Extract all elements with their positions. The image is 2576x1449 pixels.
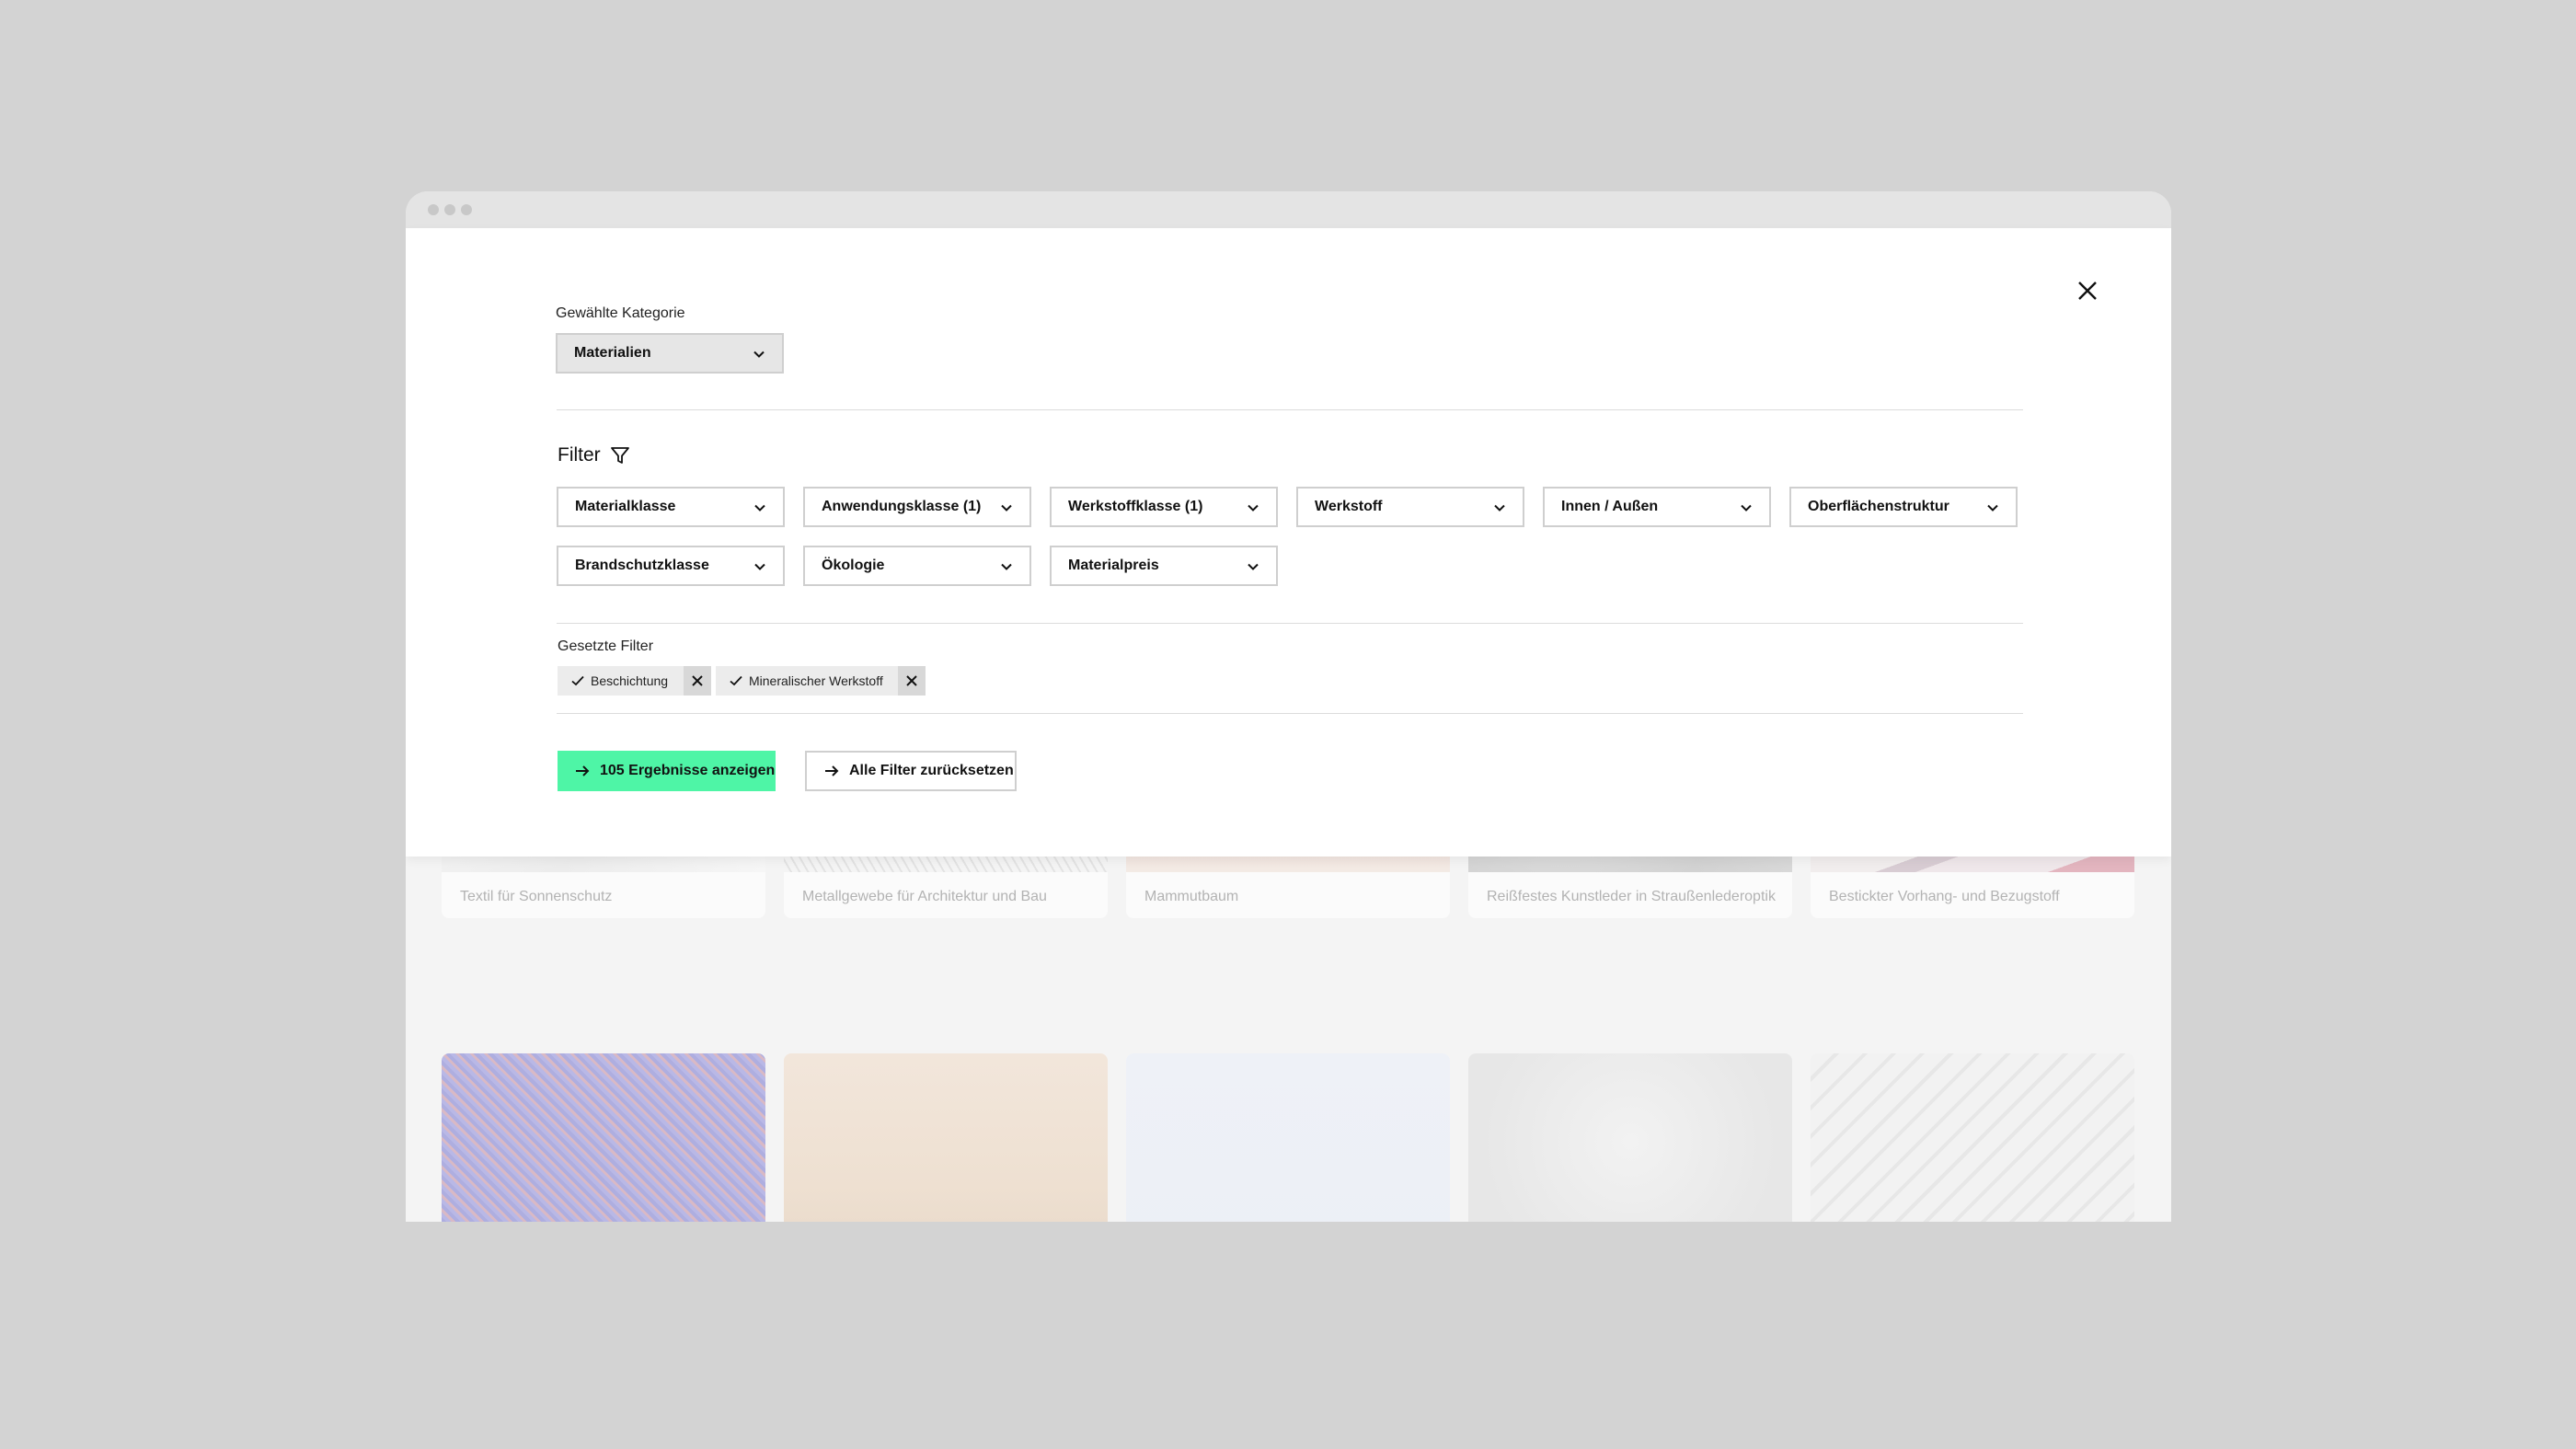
filter-anwendungsklasse[interactable]: Anwendungsklasse (1) — [803, 487, 1031, 527]
filter-werkstoffklasse[interactable]: Werkstoffklasse (1) — [1050, 487, 1278, 527]
filter-label: Materialklasse — [575, 499, 676, 514]
card-title: Textil für Sonnenschutz — [460, 889, 613, 904]
filter-werkstoff[interactable]: Werkstoff — [1296, 487, 1524, 527]
show-results-label: 105 Ergebnisse anzeigen — [600, 763, 776, 778]
filter-oekologie[interactable]: Ökologie — [803, 546, 1031, 586]
category-label: Gewählte Kategorie — [556, 305, 685, 321]
active-filter-chip: Mineralischer Werkstoff — [716, 666, 926, 696]
chip-label: Mineralischer Werkstoff — [749, 673, 883, 688]
filter-label: Materialpreis — [1068, 558, 1159, 573]
filter-oberflaechenstruktur[interactable]: Oberflächenstruktur — [1789, 487, 2018, 527]
filter-brandschutzklasse[interactable]: Brandschutzklasse — [557, 546, 785, 586]
card-title: Bestickter Vorhang- und Bezugstoff — [1829, 889, 2060, 904]
chevron-down-icon — [1248, 563, 1259, 570]
category-select[interactable]: Materialien — [556, 333, 784, 374]
card-image — [442, 1053, 765, 1222]
filter-label: Werkstoffklasse (1) — [1068, 499, 1203, 514]
remove-filter-button[interactable] — [684, 666, 711, 696]
active-filter-chip: Beschichtung — [558, 666, 711, 696]
filter-heading: Filter — [558, 444, 630, 466]
card-title: Metallgewebe für Architektur und Bau — [802, 889, 1047, 904]
chevron-down-icon — [1001, 504, 1012, 512]
check-icon — [730, 675, 742, 686]
filter-label: Brandschutzklasse — [575, 558, 709, 573]
window-controls — [428, 204, 472, 215]
card-image — [1468, 1053, 1792, 1222]
chevron-down-icon — [1741, 504, 1752, 512]
filter-label: Oberflächenstruktur — [1808, 499, 1949, 514]
card-title: Reißfestes Kunstleder in Straußenlederop… — [1487, 889, 1776, 904]
chip-label: Beschichtung — [591, 673, 669, 688]
divider — [557, 409, 2023, 410]
card-title: Mammutbaum — [1144, 889, 1239, 904]
arrow-right-icon — [576, 765, 590, 776]
result-card[interactable] — [442, 1053, 765, 1222]
chevron-down-icon — [753, 351, 765, 358]
remove-filter-button[interactable] — [898, 666, 926, 696]
set-filters-label: Gesetzte Filter — [558, 638, 654, 654]
filter-materialpreis[interactable]: Materialpreis — [1050, 546, 1278, 586]
window-dot-icon — [444, 204, 455, 215]
result-card[interactable] — [1468, 1053, 1792, 1222]
result-card[interactable] — [1811, 1053, 2134, 1222]
browser-window: Textil für Sonnenschutz Metallgewebe für… — [406, 191, 2171, 1222]
card-image — [1126, 1053, 1450, 1222]
chevron-down-icon — [1001, 563, 1012, 570]
chevron-down-icon — [754, 563, 765, 570]
category-select-value: Materialien — [574, 345, 651, 361]
chevron-down-icon — [1494, 504, 1505, 512]
chevron-down-icon — [754, 504, 765, 512]
chevron-down-icon — [1987, 504, 1998, 512]
close-icon — [692, 675, 703, 686]
result-card[interactable] — [1126, 1053, 1450, 1222]
filter-innen-aussen[interactable]: Innen / Außen — [1543, 487, 1771, 527]
window-dot-icon — [461, 204, 472, 215]
filter-label: Ökologie — [822, 558, 885, 573]
filter-title: Filter — [558, 444, 601, 466]
show-results-button[interactable]: 105 Ergebnisse anzeigen — [558, 751, 776, 791]
filter-label: Innen / Außen — [1561, 499, 1659, 514]
card-image — [784, 1053, 1108, 1222]
close-icon — [906, 675, 917, 686]
window-dot-icon — [428, 204, 439, 215]
result-card[interactable] — [784, 1053, 1108, 1222]
filter-label: Anwendungsklasse (1) — [822, 499, 982, 514]
browser-title-bar — [406, 191, 2171, 228]
chevron-down-icon — [1248, 504, 1259, 512]
check-icon — [571, 675, 584, 686]
close-icon[interactable] — [2075, 278, 2100, 304]
card-image — [1811, 1053, 2134, 1222]
filter-materialklasse[interactable]: Materialklasse — [557, 487, 785, 527]
reset-filters-label: Alle Filter zurücksetzen — [849, 763, 1014, 778]
reset-filters-button[interactable]: Alle Filter zurücksetzen — [805, 751, 1017, 791]
divider — [557, 713, 2023, 714]
filter-modal: Gewählte Kategorie Materialien Filter Ma… — [406, 228, 2171, 857]
filter-label: Werkstoff — [1315, 499, 1383, 514]
arrow-right-icon — [825, 765, 839, 776]
divider — [557, 623, 2023, 624]
funnel-icon — [610, 447, 629, 464]
